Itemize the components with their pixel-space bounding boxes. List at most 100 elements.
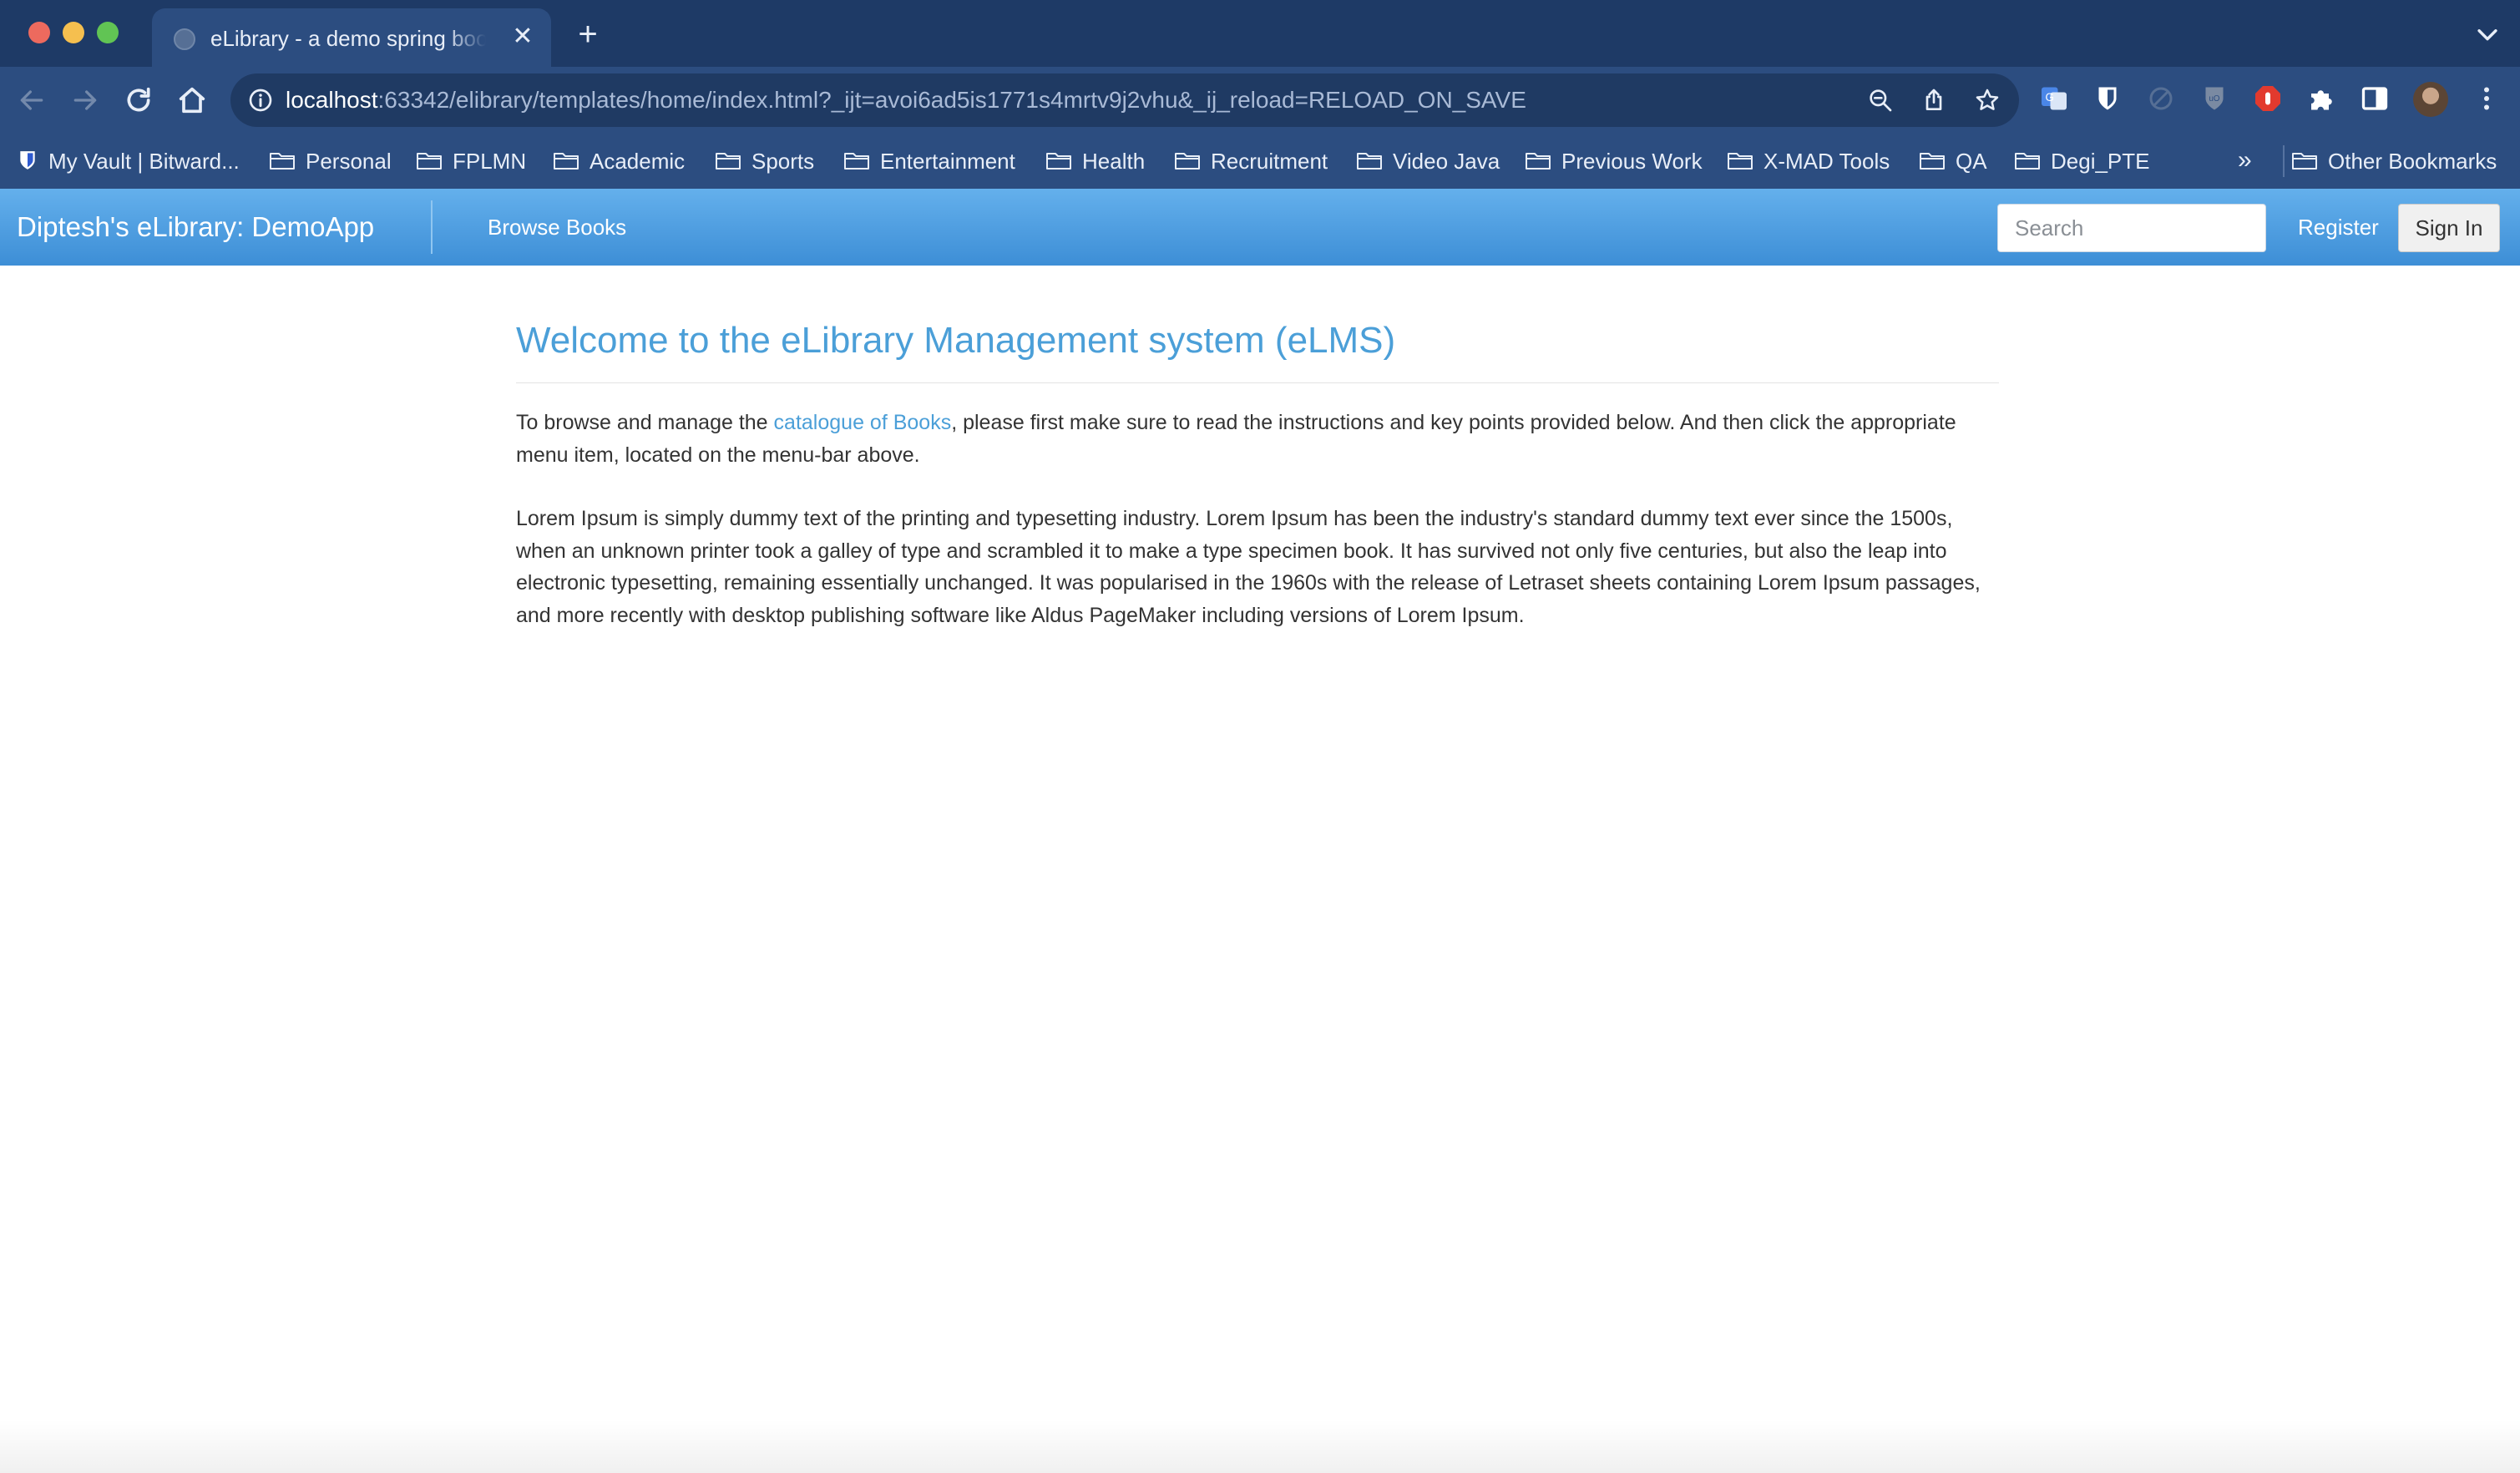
browse-books-link[interactable]: Browse Books [488, 189, 626, 266]
forward-arrow-icon [73, 90, 97, 110]
bookmark-label: Health [1082, 149, 1146, 174]
catalogue-link[interactable]: catalogue of Books [774, 411, 952, 434]
other-bookmarks-folder[interactable]: Other Bookmarks [2291, 134, 2497, 189]
zoom-icon[interactable] [1867, 87, 1894, 114]
translate-icon: G [2042, 87, 2067, 110]
profile-avatar[interactable] [2413, 82, 2448, 117]
home-icon [179, 87, 205, 114]
forward-button[interactable] [68, 84, 102, 117]
folder-icon [1357, 153, 1382, 170]
svg-text:G: G [2045, 91, 2054, 104]
bookmark-star-icon[interactable] [1974, 87, 2001, 114]
bookmark-folder[interactable]: Entertainment [843, 134, 1015, 189]
side-panel-icon [2361, 87, 2388, 110]
bookmark-label: FPLMN [453, 149, 527, 174]
bookmark-folder[interactable]: Health [1045, 134, 1145, 189]
folder-icon [1920, 153, 1945, 170]
folder-icon [417, 153, 442, 170]
bookmark-label: Degi_PTE [2051, 149, 2150, 174]
back-arrow-icon [20, 90, 43, 110]
bookmark-folder[interactable]: Recruitment [1174, 134, 1328, 189]
bookmark-folder[interactable]: Academic [553, 134, 685, 189]
side-panel-button[interactable] [2360, 84, 2390, 114]
brand-link[interactable]: Diptesh's eLibrary: DemoApp [17, 189, 374, 266]
tab-title: eLibrary - a demo spring boot web app [210, 26, 486, 51]
maximize-window-button[interactable] [97, 22, 119, 43]
bitwarden-shield-icon [20, 151, 35, 170]
bookmark-label: My Vault | Bitward... [48, 149, 240, 174]
bitwarden-icon[interactable] [2092, 84, 2123, 114]
back-button[interactable] [15, 84, 48, 117]
extensions-button[interactable] [2306, 84, 2336, 114]
folder-icon [716, 153, 741, 170]
bookmark-label: Video Java [1393, 149, 1500, 174]
close-window-button[interactable] [28, 22, 50, 43]
folder-icon [2292, 153, 2317, 170]
bookmark-item[interactable]: My Vault | Bitward... [17, 134, 240, 189]
url-text[interactable]: localhost:63342/elibrary/templates/home/… [286, 73, 1526, 127]
reload-button[interactable] [122, 84, 155, 117]
intro-paragraph: To browse and manage the catalogue of Bo… [516, 407, 1999, 471]
bookmark-folder[interactable]: QA [1919, 134, 1987, 189]
home-button[interactable] [175, 84, 209, 117]
folder-icon [844, 153, 869, 170]
intro-text-start: To browse and manage the [516, 411, 774, 434]
sign-in-button[interactable]: Sign In [2398, 204, 2500, 252]
folder-icon [1526, 153, 1551, 170]
svg-text:uO: uO [2209, 94, 2219, 104]
url-host: localhost [286, 87, 378, 113]
tab-search-chevron-icon[interactable] [2473, 20, 2502, 48]
bookmark-folder[interactable]: FPLMN [416, 134, 526, 189]
share-icon[interactable] [1920, 87, 1947, 114]
heading-divider [516, 382, 1999, 383]
register-link[interactable]: Register [2298, 189, 2379, 266]
bookmark-folder[interactable]: Previous Work [1525, 134, 1703, 189]
bookmark-label: Academic [590, 149, 686, 174]
ublock-icon[interactable]: uO [2199, 84, 2229, 114]
bookmark-label: QA [1956, 149, 1987, 174]
page-title: Welcome to the eLibrary Management syste… [516, 320, 1396, 361]
search-input[interactable] [1997, 204, 2266, 252]
bookmark-label: Recruitment [1211, 149, 1328, 174]
browser-toolbar: localhost:63342/elibrary/templates/home/… [0, 67, 2520, 134]
ublock-shield-icon: uO [2205, 87, 2224, 110]
app-navbar: Diptesh's eLibrary: DemoApp Browse Books… [0, 189, 2520, 266]
address-bar[interactable]: localhost:63342/elibrary/templates/home/… [230, 73, 2019, 127]
bookmark-label: X-MAD Tools [1763, 149, 1890, 174]
bookmark-folder[interactable]: Video Java [1356, 134, 1500, 189]
browser-tab-active[interactable]: eLibrary - a demo spring boot web app ✕ [152, 8, 551, 67]
bookmark-label: Other Bookmarks [2328, 149, 2497, 174]
reload-icon [127, 87, 150, 112]
browser-titlebar: eLibrary - a demo spring boot web app ✕ … [0, 0, 2520, 67]
new-tab-button[interactable]: + [571, 18, 605, 52]
minimize-window-button[interactable] [63, 22, 84, 43]
bookmark-folder[interactable]: Degi_PTE [2014, 134, 2150, 189]
url-path: :63342/elibrary/templates/home/index.htm… [377, 87, 1526, 113]
folder-icon [270, 153, 295, 170]
window-bottom-shadow [0, 1420, 2520, 1473]
more-menu-icon[interactable] [2472, 84, 2502, 114]
bookmark-folder[interactable]: X-MAD Tools [1727, 134, 1890, 189]
navbar-divider [431, 200, 433, 254]
bookmark-folder[interactable]: Personal [269, 134, 392, 189]
sync-extension-icon[interactable] [2146, 84, 2176, 114]
bookmarks-separator [2283, 145, 2285, 177]
folder-icon [1728, 153, 1753, 170]
bookmark-label: Entertainment [880, 149, 1015, 174]
bookmarks-overflow-button[interactable]: » [2238, 134, 2252, 189]
close-tab-icon[interactable]: ✕ [508, 22, 538, 52]
bookmark-label: Sports [751, 149, 815, 174]
stop-hand-icon [2255, 86, 2280, 111]
puzzle-icon [2311, 90, 2332, 110]
shield-icon [2098, 87, 2117, 110]
adblock-icon[interactable] [2253, 84, 2283, 114]
globe-icon [174, 28, 195, 50]
bookmarks-bar: My Vault | Bitward... Personal FPLMN Aca… [0, 134, 2520, 190]
bookmark-label: Previous Work [1561, 149, 1703, 174]
folder-icon [1046, 153, 1071, 170]
main-content: Welcome to the eLibrary Management syste… [516, 314, 1999, 631]
site-info-icon[interactable] [247, 87, 274, 114]
google-translate-icon[interactable]: G [2039, 84, 2069, 114]
bookmark-folder[interactable]: Sports [715, 134, 814, 189]
sync-icon [2149, 87, 2173, 110]
